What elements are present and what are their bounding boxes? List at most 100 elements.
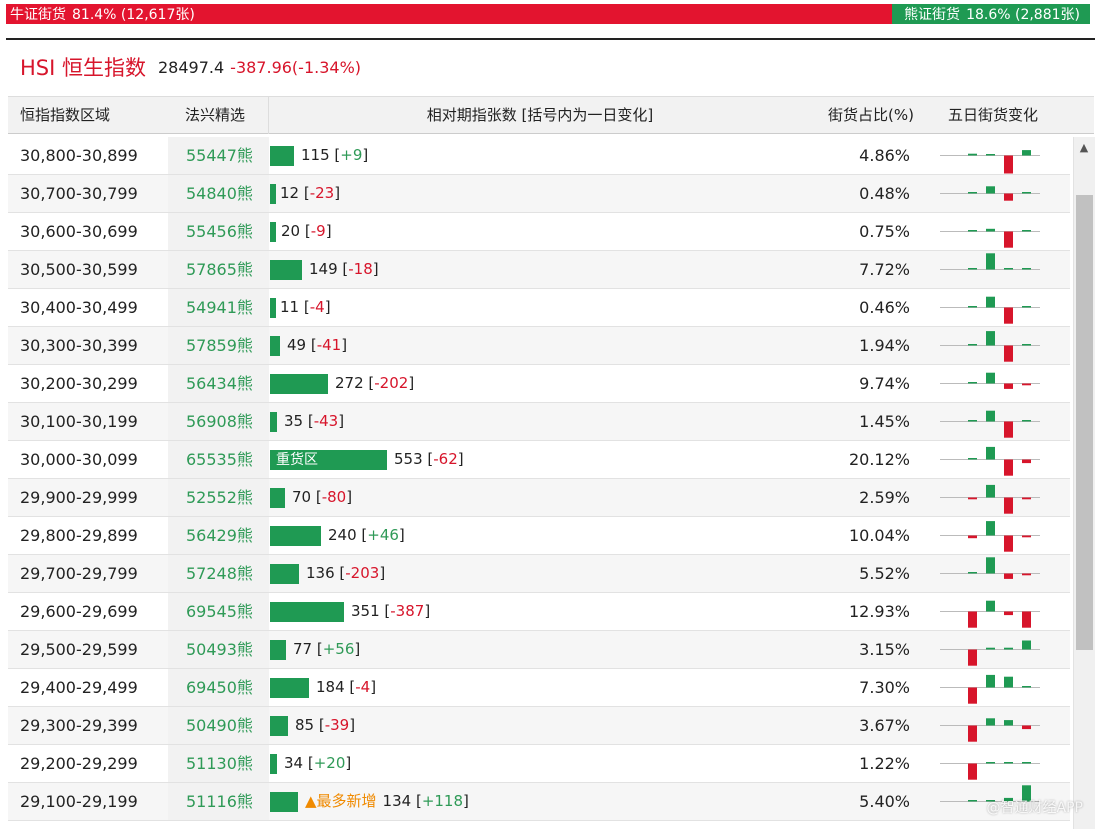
contract-count-text: 184 [-4] xyxy=(316,678,377,696)
contract-count: 34 xyxy=(284,754,304,772)
table-row: 29,500-29,599 50493熊 77 [+56] 3.15% xyxy=(8,631,1070,669)
sparkline-bar xyxy=(1004,647,1013,650)
sparkline-bar xyxy=(986,557,995,574)
sparkline-bar xyxy=(1004,459,1013,476)
scrollbar-thumb[interactable] xyxy=(1076,195,1093,650)
index-header: HSI 恒生指数 28497.4 -387.96(-1.34%) xyxy=(20,52,361,82)
table-row: 29,300-29,399 50490熊 85 [-39] 3.67% xyxy=(8,707,1070,745)
warrant-code-link[interactable]: 52552熊 xyxy=(186,479,253,516)
contract-bar xyxy=(270,374,328,394)
warrant-code-link[interactable]: 50490熊 xyxy=(186,707,253,744)
relative-contracts-cell: 12 [-23] xyxy=(269,175,809,212)
table-row: 30,200-30,299 56434熊 272 [-202] 9.74% xyxy=(8,365,1070,403)
pick-cell: 57859熊 xyxy=(168,327,269,364)
scroll-up-arrow-icon[interactable]: ▲ xyxy=(1073,137,1095,157)
table-row: 30,000-30,099 65535熊 重货区 553 [-62] 20.12% xyxy=(8,441,1070,479)
contract-bar xyxy=(270,222,276,242)
warrant-code-link[interactable]: 51130熊 xyxy=(186,745,253,782)
sparkline-bar xyxy=(1004,497,1013,514)
five-day-chart xyxy=(940,441,1049,478)
sparkline-bar xyxy=(968,268,977,270)
range-cell: 30,400-30,499 xyxy=(20,298,138,317)
contract-count-text: 85 [-39] xyxy=(295,716,356,734)
percent-cell: 1.22% xyxy=(859,754,910,773)
warrant-code-link[interactable]: 56434熊 xyxy=(186,365,253,402)
range-cell: 30,100-30,199 xyxy=(20,412,138,431)
five-day-sparkline xyxy=(940,228,1049,248)
warrant-code-link[interactable]: 56429熊 xyxy=(186,517,253,554)
contract-bar xyxy=(270,412,277,432)
table-row: 29,600-29,699 69545熊 351 [-387] 12.93% xyxy=(8,593,1070,631)
percent-cell: 10.04% xyxy=(848,526,910,545)
sparkline-bar xyxy=(1004,155,1013,174)
pick-cell: 51116熊 xyxy=(168,783,269,820)
range-cell: 29,700-29,799 xyxy=(20,564,138,583)
five-day-sparkline xyxy=(940,150,1049,174)
sparkline-bar xyxy=(986,410,995,422)
five-day-chart xyxy=(940,479,1049,516)
contract-count-text: 49 [-41] xyxy=(287,336,348,354)
contract-count-text: 77 [+56] xyxy=(293,640,361,658)
sparkline-bar xyxy=(968,230,977,232)
warrant-code-link[interactable]: 69545熊 xyxy=(186,593,253,630)
sparkline-bar xyxy=(968,535,977,539)
warrant-code-link[interactable]: 54840熊 xyxy=(186,175,253,212)
table-row: 29,900-29,999 52552熊 70 [-80] 2.59% xyxy=(8,479,1070,517)
warrant-code-link[interactable]: 65535熊 xyxy=(186,441,253,478)
warrant-code-link[interactable]: 57248熊 xyxy=(186,555,253,592)
table-row: 30,500-30,599 57865熊 149 [-18] 7.72% xyxy=(8,251,1070,289)
contract-count: 184 xyxy=(316,678,345,696)
contract-bar xyxy=(270,184,276,204)
sparkline-bar xyxy=(1022,344,1031,346)
contract-count-text: 272 [-202] xyxy=(335,374,415,392)
warrant-code-link[interactable]: 57859熊 xyxy=(186,327,253,364)
warrant-code-link[interactable]: 55456熊 xyxy=(186,213,253,250)
sparkline-bar xyxy=(1022,611,1031,628)
warrant-code-link[interactable]: 69450熊 xyxy=(186,669,253,706)
contract-count: 85 xyxy=(295,716,315,734)
relative-contracts-cell: 136 [-203] xyxy=(269,555,809,592)
sparkline-bar xyxy=(968,611,977,628)
percent-cell: 0.75% xyxy=(859,222,910,241)
pick-cell: 56434熊 xyxy=(168,365,269,402)
bear-ratio-value: 18.6% (2,881张) xyxy=(966,7,1080,23)
relative-contracts-cell: 49 [-41] xyxy=(269,327,809,364)
sparkline-bar xyxy=(1022,383,1031,386)
percent-cell: 0.48% xyxy=(859,184,910,203)
warrant-code-link[interactable]: 54941熊 xyxy=(186,289,253,326)
range-cell: 30,600-30,699 xyxy=(20,222,138,241)
contract-count-text: 70 [-80] xyxy=(292,488,353,506)
pick-cell: 65535熊 xyxy=(168,441,269,478)
five-day-sparkline xyxy=(940,521,1049,552)
warrant-code-link[interactable]: 55447熊 xyxy=(186,137,253,174)
sparkline-bar xyxy=(1022,230,1031,232)
column-divider xyxy=(268,97,269,134)
relative-contracts-cell: 272 [-202] xyxy=(269,365,809,402)
sparkline-bar xyxy=(1022,686,1031,688)
contract-count-text: 35 [-43] xyxy=(284,412,345,430)
five-day-chart xyxy=(940,365,1049,402)
relative-contracts-cell: 351 [-387] xyxy=(269,593,809,630)
sparkline-bar xyxy=(1022,459,1031,464)
sparkline-bar xyxy=(986,186,995,194)
five-day-chart xyxy=(940,289,1049,326)
contract-count: 136 xyxy=(306,564,335,582)
warrant-code-link[interactable]: 50493熊 xyxy=(186,631,253,668)
percent-cell: 9.74% xyxy=(859,374,910,393)
five-day-sparkline xyxy=(940,718,1049,742)
pick-cell: 69545熊 xyxy=(168,593,269,630)
range-cell: 29,400-29,499 xyxy=(20,678,138,697)
daily-change: +9 xyxy=(340,146,363,164)
daily-change: -9 xyxy=(310,222,326,240)
sparkline-bar xyxy=(968,420,977,422)
contract-bar xyxy=(270,526,321,546)
range-cell: 29,300-29,399 xyxy=(20,716,138,735)
warrant-code-link[interactable]: 51116熊 xyxy=(186,783,253,820)
warrant-code-link[interactable]: 56908熊 xyxy=(186,403,253,440)
five-day-chart xyxy=(940,517,1049,554)
five-day-sparkline xyxy=(940,253,1049,273)
warrant-code-link[interactable]: 57865熊 xyxy=(186,251,253,288)
contract-count: 20 xyxy=(281,222,301,240)
sparkline-bar xyxy=(968,382,977,384)
percent-cell: 3.67% xyxy=(859,716,910,735)
